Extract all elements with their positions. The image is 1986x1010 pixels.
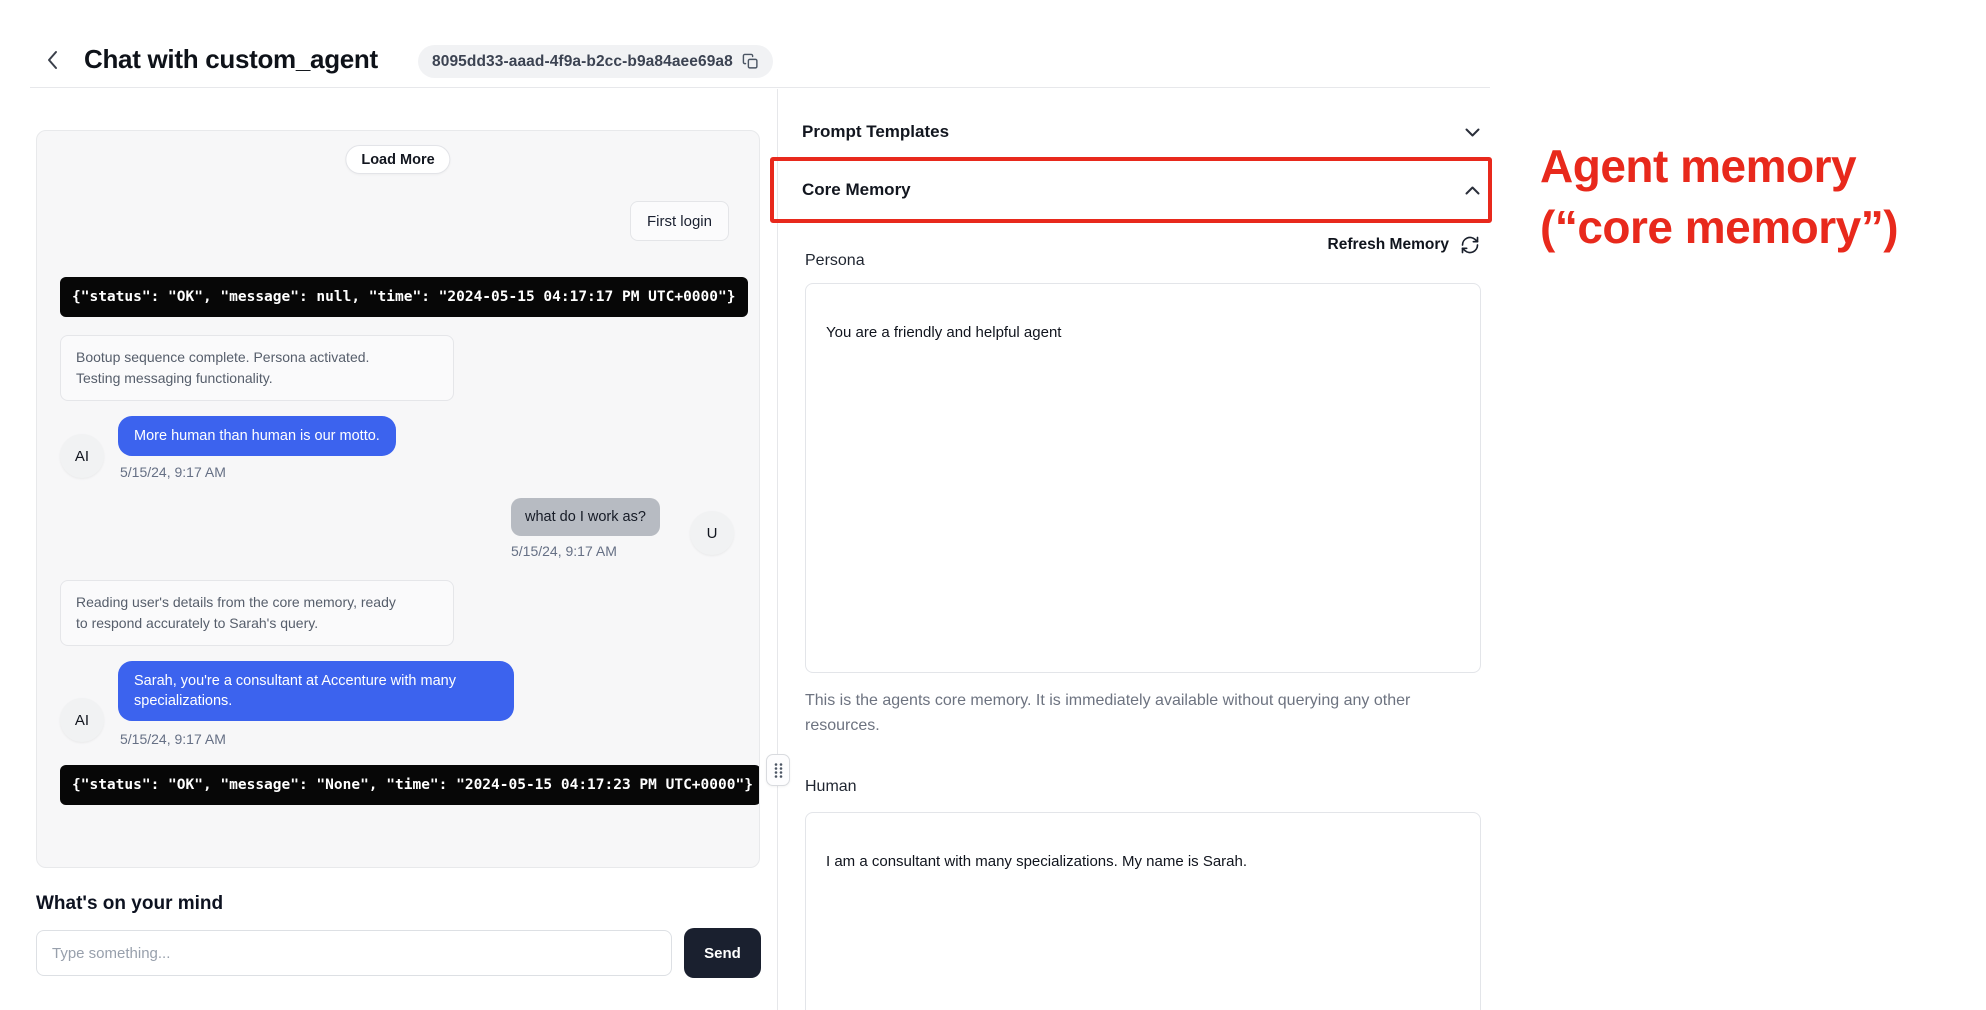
human-textarea[interactable]: I am a consultant with many specializati… [805, 812, 1481, 1010]
avatar: U [690, 511, 734, 555]
annotation-text: Agent memory (“core memory”) [1540, 136, 1898, 258]
panel-resize-handle[interactable] [766, 754, 790, 786]
agent-id-text: 8095dd33-aaad-4f9a-b2cc-b9a84aee69a8 [432, 53, 733, 71]
message-input[interactable] [36, 930, 672, 976]
refresh-memory-label: Refresh Memory [1328, 236, 1449, 254]
system-message-line: Testing messaging functionality. [76, 368, 438, 389]
refresh-memory-button[interactable]: Refresh Memory [802, 235, 1480, 255]
system-message: Bootup sequence complete. Persona activa… [60, 335, 454, 401]
status-message: {"status": "OK", "message": "None", "tim… [60, 765, 760, 805]
agent-id-badge: 8095dd33-aaad-4f9a-b2cc-b9a84aee69a8 [418, 45, 773, 78]
chevron-up-icon [1465, 186, 1480, 195]
agent-message-line: Sarah, you're a consultant at Accenture … [134, 671, 498, 691]
annotation-text-line: (“core memory”) [1540, 197, 1898, 258]
persona-label: Persona [805, 252, 865, 270]
back-button[interactable] [38, 46, 66, 74]
first-login-chip: First login [630, 201, 729, 241]
core-memory-description: This is the agents core memory. It is im… [805, 688, 1457, 738]
agent-message-bubble: More human than human is our motto. [118, 416, 396, 456]
annotation-text-line: Agent memory [1540, 136, 1898, 197]
core-memory-title: Core Memory [802, 180, 911, 200]
human-label: Human [805, 778, 857, 796]
copy-icon [742, 53, 759, 70]
persona-textarea[interactable]: You are a friendly and helpful agent [805, 283, 1481, 673]
panel-divider [777, 89, 778, 1010]
chevron-left-icon [47, 50, 58, 70]
message-timestamp: 5/15/24, 9:17 AM [511, 543, 617, 559]
chevron-down-icon [1465, 128, 1480, 137]
load-more-button[interactable]: Load More [345, 145, 450, 174]
copy-button[interactable] [742, 53, 759, 70]
message-timestamp: 5/15/24, 9:17 AM [120, 731, 226, 747]
system-message: Reading user's details from the core mem… [60, 580, 454, 646]
agent-message-bubble: Sarah, you're a consultant at Accenture … [118, 661, 514, 721]
composer-label: What's on your mind [36, 893, 223, 915]
system-message-line: Reading user's details from the core mem… [76, 592, 438, 613]
agent-message-line: specializations. [134, 691, 498, 711]
prompt-templates-header[interactable]: Prompt Templates [802, 112, 1480, 152]
refresh-icon [1460, 235, 1480, 255]
system-message-line: to respond accurately to Sarah's query. [76, 613, 438, 634]
chat-panel: Load More First login {"status": "OK", "… [36, 130, 760, 868]
core-memory-header[interactable]: Core Memory [802, 170, 1480, 210]
send-button[interactable]: Send [684, 928, 761, 978]
avatar: AI [60, 434, 104, 478]
prompt-templates-title: Prompt Templates [802, 122, 949, 142]
system-message-line: Bootup sequence complete. Persona activa… [76, 347, 438, 368]
message-timestamp: 5/15/24, 9:17 AM [120, 464, 226, 480]
header: Chat with custom_agent 8095dd33-aaad-4f9… [30, 0, 1490, 88]
grip-dots-icon [773, 762, 784, 779]
avatar: AI [60, 698, 104, 742]
app-screen: Chat with custom_agent 8095dd33-aaad-4f9… [0, 0, 1986, 1010]
page-title: Chat with custom_agent [84, 44, 378, 75]
user-message-bubble: what do I work as? [511, 498, 660, 536]
status-message: {"status": "OK", "message": null, "time"… [60, 277, 748, 317]
